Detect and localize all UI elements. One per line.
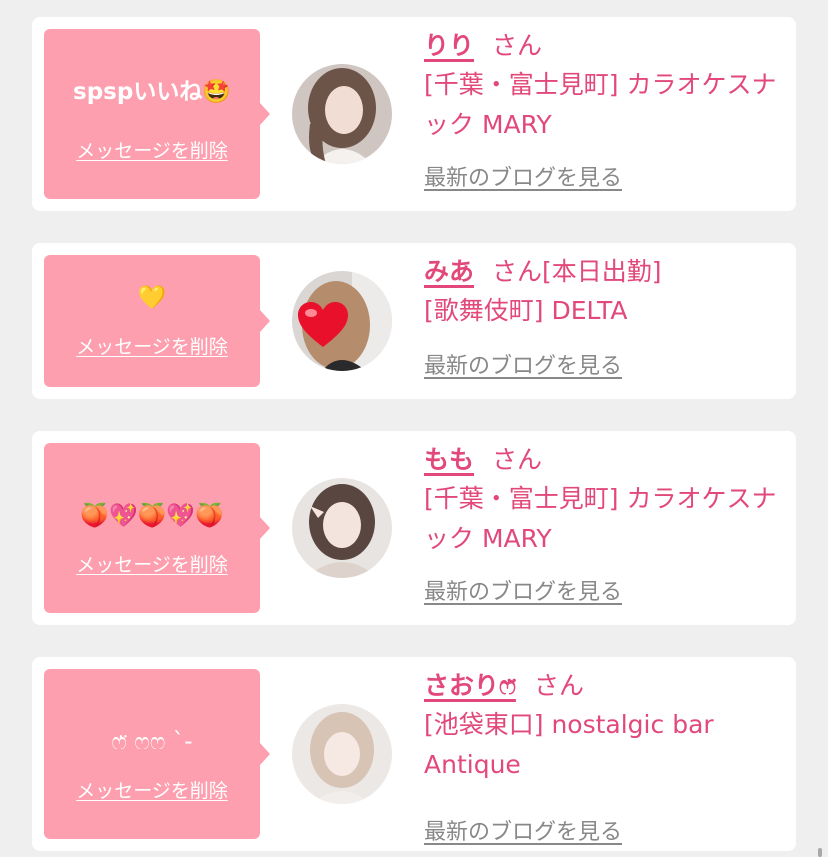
message-card: 🍑💖🍑💖🍑 メッセージを削除 もも さん [千葉・富士見町] カラオケスナック M… — [32, 431, 796, 625]
cast-name-link[interactable]: もも — [424, 445, 474, 474]
avatar-photo — [292, 704, 392, 804]
cast-name-link[interactable]: りり — [424, 31, 474, 60]
message-text: spspいいね🤩 — [73, 79, 231, 105]
avatar-photo — [292, 478, 392, 578]
status-text: [本日出勤] — [542, 257, 662, 286]
delete-message-link[interactable]: メッセージを削除 — [44, 779, 260, 803]
name-line: もも さん — [424, 443, 784, 477]
latest-blog-link[interactable]: 最新のブログを見る — [424, 579, 622, 607]
avatar[interactable] — [292, 271, 392, 371]
name-line: りり さん — [424, 29, 784, 63]
message-card: 💛 メッセージを削除 みあ さん[本日出勤] [歌舞伎町] DELTA 最新のブロ… — [32, 243, 796, 399]
latest-blog-link[interactable]: 最新のブログを見る — [424, 165, 622, 193]
avatar-photo — [292, 64, 392, 164]
profile-info: みあ さん[本日出勤] [歌舞伎町] DELTA 最新のブログを見る — [424, 255, 784, 379]
avatar[interactable] — [292, 64, 392, 164]
message-text: ෆ̈ ෆෆ ˋ- — [111, 729, 193, 755]
cast-name-link[interactable]: さおりෆ̈ — [424, 671, 516, 700]
name-line: さおりෆ̈ さん — [424, 669, 784, 703]
honorific: さん — [492, 31, 543, 60]
name-line: みあ さん[本日出勤] — [424, 255, 784, 289]
delete-message-link[interactable]: メッセージを削除 — [44, 139, 260, 163]
avatar[interactable] — [292, 478, 392, 578]
shop-name: [池袋東口] nostalgic bar Antique — [424, 710, 714, 779]
message-card: ෆ̈ ෆෆ ˋ- メッセージを削除 さおりෆ̈ さん [池袋東口] nostalg… — [32, 657, 796, 851]
message-bubble: ෆ̈ ෆෆ ˋ- メッセージを削除 — [44, 669, 270, 839]
shop-name: [歌舞伎町] DELTA — [424, 296, 628, 325]
shop-name: [千葉・富士見町] カラオケスナック MARY — [424, 484, 777, 553]
honorific: さん — [533, 671, 584, 700]
profile-info: もも さん [千葉・富士見町] カラオケスナック MARY 最新のブログを見る — [424, 443, 784, 605]
avatar[interactable] — [292, 704, 392, 804]
message-bubble: 💛 メッセージを削除 — [44, 255, 270, 387]
profile-info: さおりෆ̈ さん [池袋東口] nostalgic bar Antique 最新の… — [424, 669, 784, 845]
message-card: spspいいね🤩 メッセージを削除 りり さん [千葉・富士見町] カラオケスナッ… — [32, 17, 796, 211]
favorites-message-list: spspいいね🤩 メッセージを削除 りり さん [千葉・富士見町] カラオケスナッ… — [0, 0, 828, 857]
scrollbar-thumb[interactable] — [818, 848, 822, 857]
shop-name: [千葉・富士見町] カラオケスナック MARY — [424, 70, 777, 139]
profile-info: りり さん [千葉・富士見町] カラオケスナック MARY 最新のブログを見る — [424, 29, 784, 191]
latest-blog-link[interactable]: 最新のブログを見る — [424, 353, 622, 381]
message-text: 💛 — [137, 285, 167, 311]
message-bubble: 🍑💖🍑💖🍑 メッセージを削除 — [44, 443, 270, 613]
message-bubble: spspいいね🤩 メッセージを削除 — [44, 29, 270, 199]
honorific: さん — [492, 257, 543, 286]
delete-message-link[interactable]: メッセージを削除 — [44, 553, 260, 577]
message-text: 🍑💖🍑💖🍑 — [80, 503, 224, 529]
latest-blog-link[interactable]: 最新のブログを見る — [424, 819, 622, 847]
honorific: さん — [492, 445, 543, 474]
cast-name-link[interactable]: みあ — [424, 257, 474, 286]
delete-message-link[interactable]: メッセージを削除 — [44, 335, 260, 359]
heart-sticker-icon — [298, 302, 348, 347]
